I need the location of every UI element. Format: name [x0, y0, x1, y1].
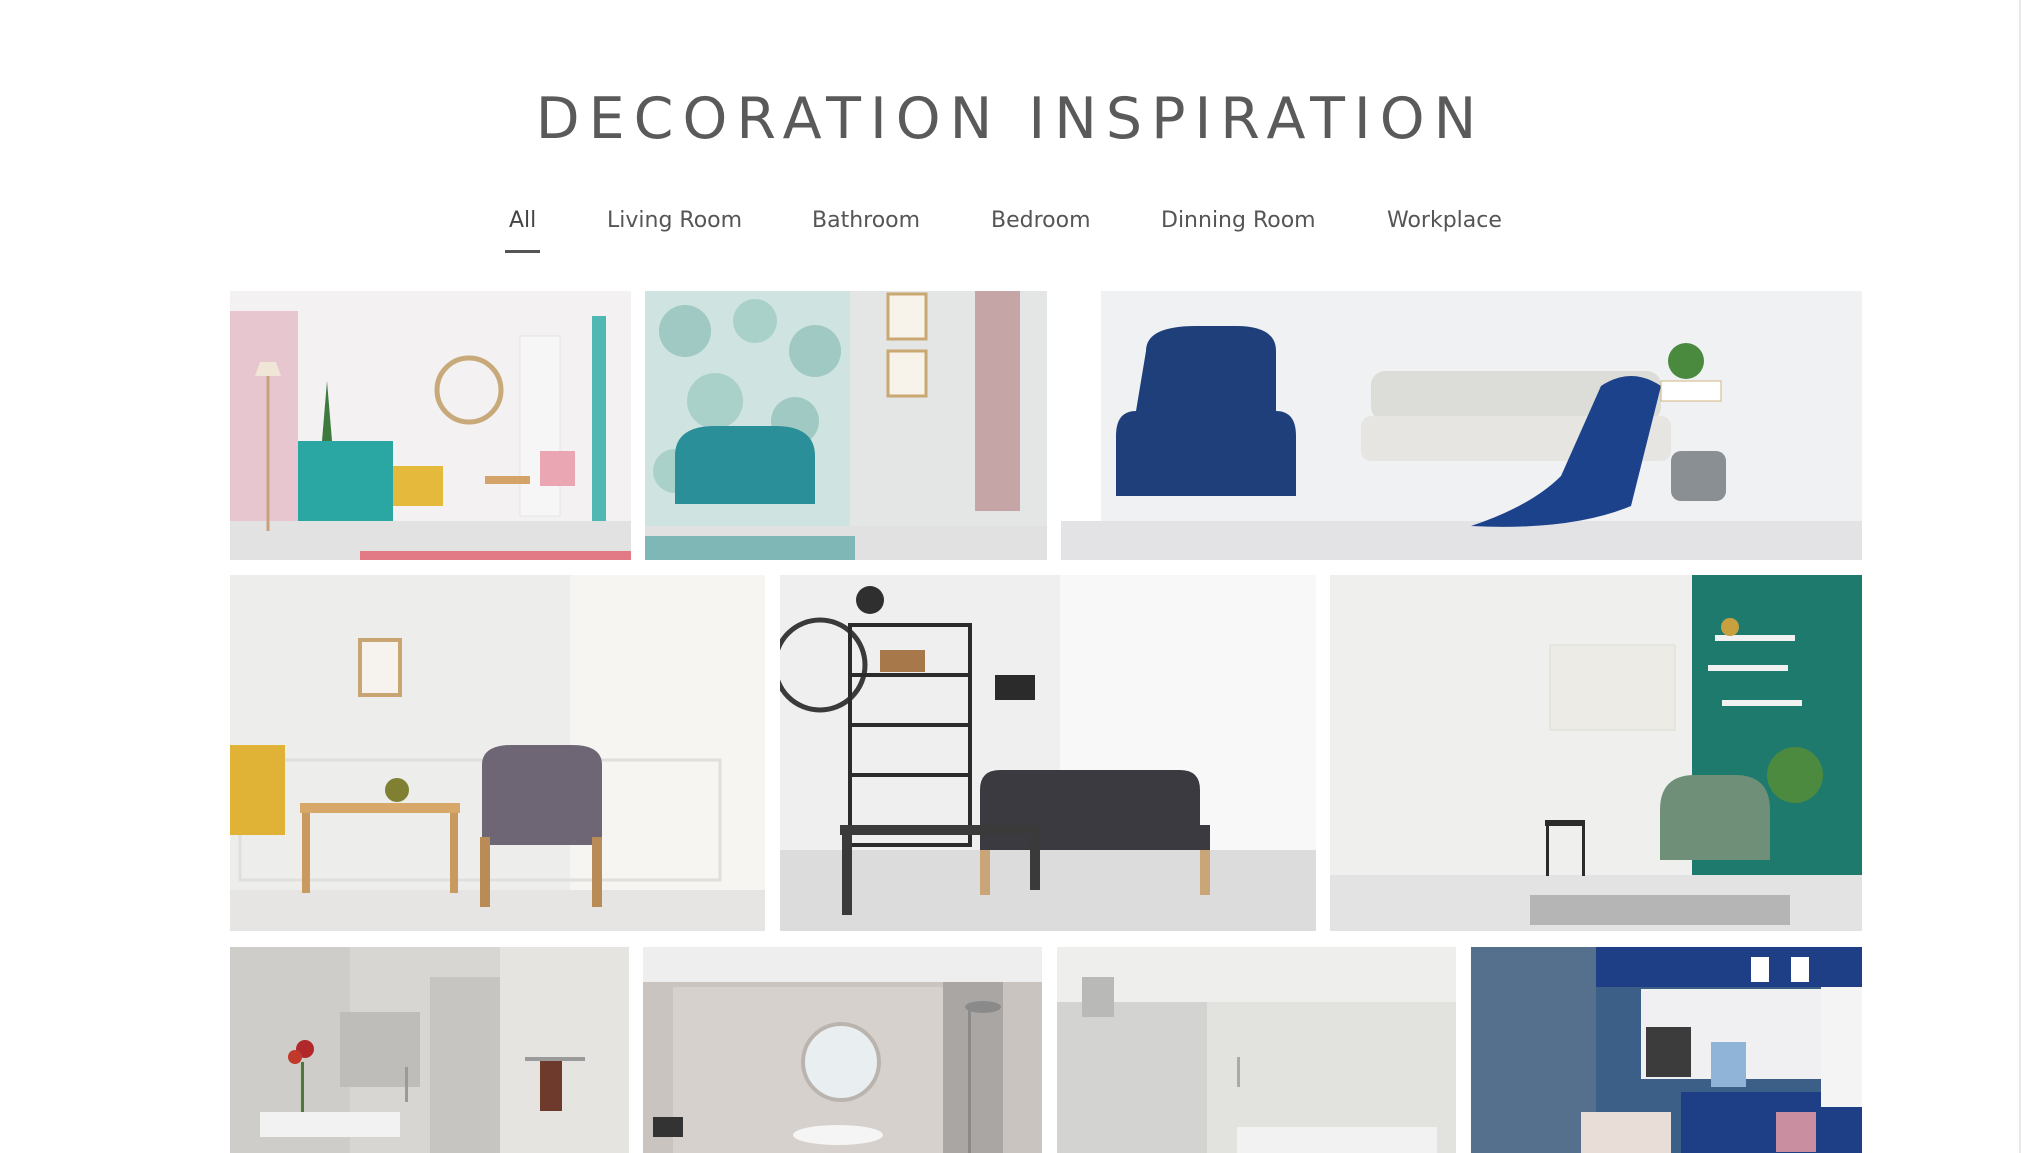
tab-label: Dinning Room	[1161, 208, 1316, 233]
gallery-photo-black-sofa-shelving[interactable]	[780, 575, 1316, 931]
gallery-photo-pastel-living-room[interactable]	[230, 291, 631, 560]
gallery-photo-tropical-loveseat[interactable]	[645, 291, 1047, 560]
gallery-photo-grey-bathroom-flowers[interactable]	[230, 947, 629, 1153]
tab-bedroom[interactable]: Bedroom	[991, 208, 1091, 233]
filter-tabs: All Living Room Bathroom Bedroom Dinning…	[0, 208, 2021, 258]
gallery-photo-blue-mosaic-bathroom[interactable]	[1471, 947, 1862, 1153]
tab-bathroom[interactable]: Bathroom	[812, 208, 920, 233]
active-tab-indicator	[505, 250, 541, 253]
tab-label: Bathroom	[812, 208, 921, 233]
tab-label: Bedroom	[991, 208, 1091, 233]
tab-all[interactable]: All	[505, 208, 541, 253]
tab-label: Workplace	[1387, 208, 1502, 233]
gallery-photo-green-accent-wall[interactable]	[1330, 575, 1862, 931]
tab-workplace[interactable]: Workplace	[1387, 208, 1502, 233]
tab-label: Living Room	[607, 208, 743, 233]
gallery-photo-paneled-wall-armchairs[interactable]	[230, 575, 765, 931]
tab-label: All	[509, 208, 537, 233]
page-title: DECORATION INSPIRATION	[535, 86, 1486, 153]
gallery-photo-navy-armchair[interactable]	[1061, 291, 1862, 560]
tab-dinning-room[interactable]: Dinning Room	[1161, 208, 1316, 233]
gallery-photo-concrete-bathroom[interactable]	[1057, 947, 1456, 1153]
tab-living-room[interactable]: Living Room	[607, 208, 742, 233]
gallery-photo-round-mirror-bathroom[interactable]	[643, 947, 1042, 1153]
